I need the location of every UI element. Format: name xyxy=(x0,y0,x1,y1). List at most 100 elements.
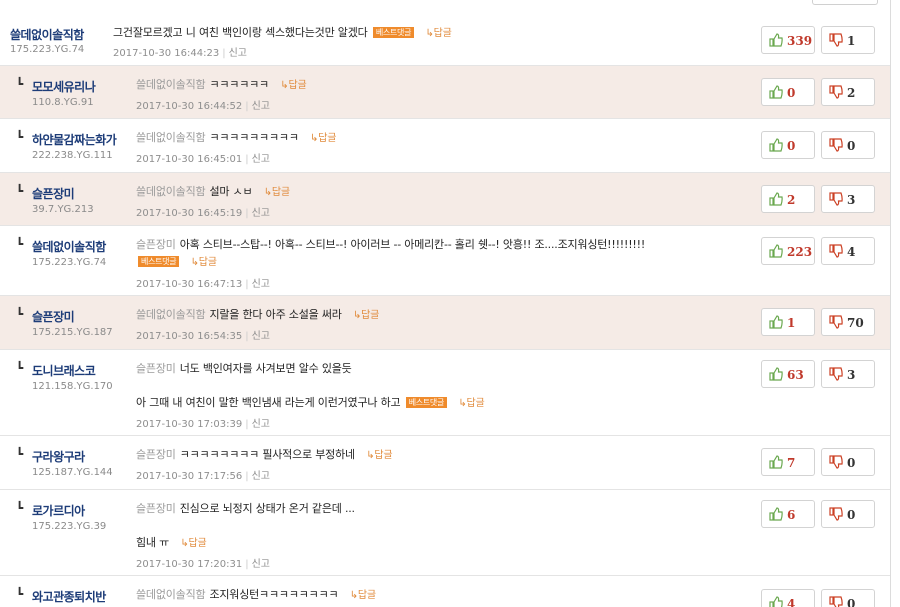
downvote-button[interactable]: 0 xyxy=(821,448,875,476)
reply-link[interactable]: ↳답글 xyxy=(458,398,484,409)
reply-target-nick: 슬픈장미 xyxy=(136,238,176,251)
comment-date: 2017-10-30 17:17:56 xyxy=(136,471,243,482)
comment-nick[interactable]: 하얀물감짜는화가 xyxy=(32,131,117,148)
downvote-button[interactable]: 3 xyxy=(821,185,875,213)
report-link[interactable]: 신고 xyxy=(252,101,270,112)
report-link[interactable]: 신고 xyxy=(252,208,270,219)
comment-meta: 2017-10-30 16:45:19 | 신고 xyxy=(136,208,270,219)
upvote-button[interactable]: 223 xyxy=(761,237,815,265)
comment-text: 설마 ㅅㅂ xyxy=(209,185,253,198)
upvote-button[interactable]: 339 xyxy=(761,26,815,54)
upvote-count: 223 xyxy=(787,245,813,259)
comment-body: 쓸데없이솔직함 ㅋㅋㅋㅋㅋㅋㅋㅋㅋ ↳답글 xyxy=(136,130,336,147)
upvote-button[interactable]: 7 xyxy=(761,448,815,476)
upvote-count: 1 xyxy=(787,316,796,330)
downvote-button[interactable]: 70 xyxy=(821,308,875,336)
comment-nick[interactable]: 슬픈장미 xyxy=(32,185,75,202)
thumbs-down-icon xyxy=(829,33,843,47)
downvote-count: 3 xyxy=(847,368,856,382)
comment-nick[interactable]: 쓸데없이솔직함 xyxy=(32,238,106,255)
upvote-count: 6 xyxy=(787,508,796,522)
thumbs-up-icon xyxy=(769,244,783,258)
downvote-button[interactable]: 0 xyxy=(821,131,875,159)
best-comment-badge: 베스트댓글 xyxy=(405,397,448,408)
report-link[interactable]: 신고 xyxy=(252,559,270,570)
reply-target-nick: 쓸데없이솔직함 xyxy=(136,308,206,321)
downvote-count: 0 xyxy=(847,456,856,470)
reply-target-nick: 쓸데없이솔직함 xyxy=(136,131,206,144)
comment-ip: 125.187.YG.144 xyxy=(32,467,113,478)
upvote-button[interactable]: 4 xyxy=(761,589,815,607)
comment-row: ┗ 쓸데없이솔직함 175.223.YG.74 슬픈장미 아혹 스티브--스탑--… xyxy=(0,226,890,296)
comment-row: ┗ 로가르디아 175.223.YG.39 슬픈장미 진심으로 뇌정지 상태가 온… xyxy=(0,490,890,576)
comment-row: ┗ 하얀물감짜는화가 222.238.YG.111 쓸데없이솔직함 ㅋㅋㅋㅋㅋㅋㅋ… xyxy=(0,119,890,173)
comment-nick[interactable]: 도니브래스코 xyxy=(32,362,96,379)
downvote-button[interactable]: 2 xyxy=(821,78,875,106)
reply-link[interactable]: ↳답글 xyxy=(350,590,376,601)
reply-target-nick: 쓸데없이솔직함 xyxy=(136,185,206,198)
downvote-button[interactable]: 0 xyxy=(821,500,875,528)
thumbs-up-icon xyxy=(769,192,783,206)
comment-text-line2: 아 그때 내 여친이 말한 백인냄새 라는게 이런거였구나 하고 xyxy=(136,396,401,409)
reply-indent-arrow: ┗ xyxy=(16,587,24,601)
comment-nick[interactable]: 쓸데없이솔직함 xyxy=(10,26,84,43)
reply-target-nick: 슬픈장미 xyxy=(136,502,176,515)
report-link[interactable]: 신고 xyxy=(252,471,270,482)
thumbs-down-icon xyxy=(829,244,843,258)
comment-meta: 2017-10-30 17:17:56 | 신고 xyxy=(136,471,270,482)
downvote-button[interactable]: 0 xyxy=(821,589,875,607)
reply-link[interactable]: ↳답글 xyxy=(353,310,379,321)
comment-row: ┗ 모모세유리나 110.8.YG.91 쓸데없이솔직함 ㅋㅋㅋㅋㅋㅋ ↳답글 2… xyxy=(0,66,890,119)
reply-link[interactable]: ↳답글 xyxy=(366,450,392,461)
thumbs-up-icon xyxy=(769,85,783,99)
upvote-button[interactable]: 2 xyxy=(761,185,815,213)
comment-body: 슬픈장미 너도 백인여자를 사겨보면 알수 있을듯 xyxy=(136,361,352,377)
report-link[interactable]: 신고 xyxy=(229,48,247,59)
downvote-button[interactable]: 1 xyxy=(821,26,875,54)
thumbs-down-icon xyxy=(829,315,843,329)
downvote-button[interactable]: 4 xyxy=(821,237,875,265)
downvote-count: 1 xyxy=(847,34,856,48)
upvote-button[interactable]: 63 xyxy=(761,360,815,388)
best-comment-badge: 베스트댓글 xyxy=(372,27,415,38)
comment-ip: 121.158.YG.170 xyxy=(32,381,113,392)
upvote-button[interactable]: 1 xyxy=(761,308,815,336)
reply-link[interactable]: ↳답글 xyxy=(425,28,451,39)
upvote-button[interactable]: 0 xyxy=(761,131,815,159)
downvote-count: 70 xyxy=(847,316,864,330)
reply-link[interactable]: ↳답글 xyxy=(310,133,336,144)
upvote-count: 0 xyxy=(787,86,796,100)
downvote-button[interactable]: 3 xyxy=(821,360,875,388)
reply-link[interactable]: ↳답글 xyxy=(180,538,206,549)
reply-indent-arrow: ┗ xyxy=(16,130,24,144)
reply-link[interactable]: ↳답글 xyxy=(264,187,290,198)
comment-nick[interactable]: 구라왕구라 xyxy=(32,448,85,465)
comment-meta: 2017-10-30 16:44:52 | 신고 xyxy=(136,101,270,112)
reply-indent-arrow: ┗ xyxy=(16,361,24,375)
downvote-count: 2 xyxy=(847,86,856,100)
report-link[interactable]: 신고 xyxy=(252,331,270,342)
comment-nick[interactable]: 로가르디아 xyxy=(32,502,85,519)
upvote-button[interactable]: 0 xyxy=(761,78,815,106)
report-link[interactable]: 신고 xyxy=(252,154,270,165)
thumbs-down-icon xyxy=(829,138,843,152)
comment-ip: 175.223.YG.74 xyxy=(32,257,107,268)
thumbs-up-icon xyxy=(769,507,783,521)
comment-nick[interactable]: 와고관종퇴치반 xyxy=(32,588,106,605)
upvote-button[interactable]: 6 xyxy=(761,500,815,528)
reply-target-nick: 슬픈장미 xyxy=(136,448,176,461)
reply-target-nick: 쓸데없이솔직함 xyxy=(136,78,206,91)
comment-nick[interactable]: 슬픈장미 xyxy=(32,308,75,325)
comment-nick[interactable]: 모모세유리나 xyxy=(32,78,96,95)
reply-link[interactable]: ↳답글 xyxy=(280,80,306,91)
report-link[interactable]: 신고 xyxy=(252,419,270,430)
reply-link[interactable]: ↳답글 xyxy=(191,257,217,268)
downvote-count: 4 xyxy=(847,245,856,259)
comment-text-line2: 힘내 ㅠ xyxy=(136,536,170,549)
comment-body: 쓸데없이솔직함 지랄을 한다 아주 소설을 써라 ↳답글 xyxy=(136,307,379,324)
comment-row: ┗ 슬픈장미 39.7.YG.213 쓸데없이솔직함 설마 ㅅㅂ ↳답글 2017… xyxy=(0,173,890,226)
reply-indent-arrow: ┗ xyxy=(16,237,24,251)
thumbs-up-icon xyxy=(769,138,783,152)
report-link[interactable]: 신고 xyxy=(252,279,270,290)
comment-meta: 2017-10-30 16:45:01 | 신고 xyxy=(136,154,270,165)
